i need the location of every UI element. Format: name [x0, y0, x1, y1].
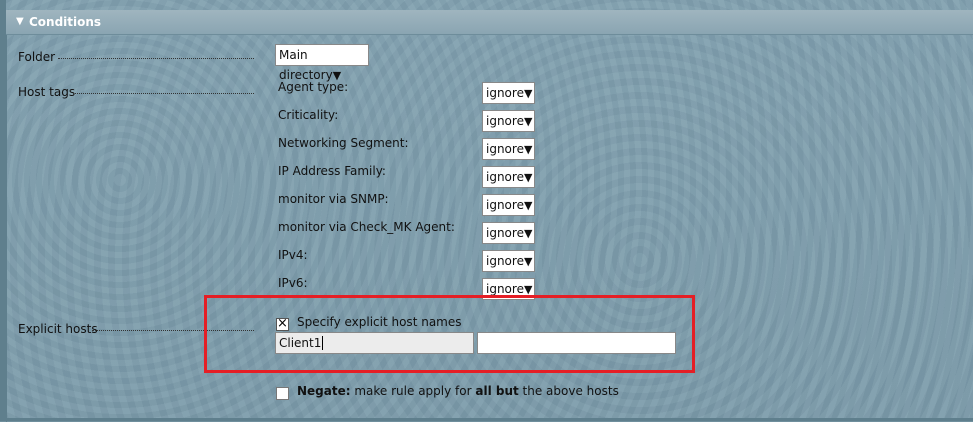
tag-value: ignore — [486, 114, 524, 128]
explicit-hosts-label-text: Explicit hosts — [18, 322, 98, 336]
folder-select[interactable]: Main directory▼ — [275, 44, 369, 82]
dropdown-arrow-icon: ▼ — [523, 143, 533, 156]
host-tags-label-text: Host tags — [18, 85, 76, 99]
dropdown-arrow-icon: ▼ — [523, 255, 533, 268]
folder-label-text: Folder — [18, 50, 56, 64]
tag-select-ipv4[interactable]: ignore▼ — [482, 250, 535, 272]
tag-value: ignore — [486, 142, 524, 156]
tag-select-networking-segment[interactable]: ignore▼ — [482, 138, 535, 160]
folder-label: Folder — [18, 50, 55, 64]
negate-text-before: make rule apply for — [350, 384, 476, 398]
dropdown-arrow-icon: ▼ — [523, 199, 533, 212]
tag-value: ignore — [486, 254, 524, 268]
folder-selected-value: Main directory — [279, 48, 333, 82]
tag-label-ip-address-family: IP Address Family: — [278, 164, 386, 178]
tag-label-monitor-snmp: monitor via SNMP: — [278, 192, 389, 206]
tag-label-monitor-check-mk: monitor via Check_MK Agent: — [278, 220, 455, 234]
dropdown-arrow-icon: ▼ — [523, 171, 533, 184]
negate-bold-label: Negate: — [297, 384, 351, 398]
dropdown-arrow-icon: ▼ — [523, 115, 533, 128]
conditions-header[interactable]: ▼ Conditions — [6, 10, 973, 35]
tag-select-monitor-snmp[interactable]: ignore▼ — [482, 194, 535, 216]
tag-select-monitor-check-mk[interactable]: ignore▼ — [482, 222, 535, 244]
tag-label-networking-segment: Networking Segment: — [278, 136, 409, 150]
tag-value: ignore — [486, 86, 524, 100]
tag-value: ignore — [486, 282, 524, 296]
tag-value: ignore — [486, 170, 524, 184]
tag-select-criticality[interactable]: ignore▼ — [482, 110, 535, 132]
tag-value: ignore — [486, 198, 524, 212]
negate-checkbox[interactable] — [276, 387, 289, 400]
section-title: Conditions — [29, 15, 102, 29]
dropdown-arrow-icon: ▼ — [523, 227, 533, 240]
negate-label: Negate: make rule apply for all but the … — [297, 384, 619, 398]
host-tags-dots — [73, 92, 254, 94]
explicit-hosts-label: Explicit hosts — [18, 322, 98, 336]
negate-bold-middle: all but — [475, 384, 519, 398]
tag-label-criticality: Criticality: — [278, 108, 339, 122]
triangle-down-icon[interactable]: ▼ — [16, 10, 24, 34]
host-tags-label: Host tags — [18, 85, 75, 99]
highlight-box — [204, 295, 695, 373]
dropdown-arrow-icon: ▼ — [523, 87, 533, 100]
tag-value: ignore — [486, 226, 524, 240]
tag-label-ipv4: IPv4: — [278, 248, 308, 262]
folder-dots — [58, 57, 254, 59]
tag-select-agent-type[interactable]: ignore▼ — [482, 82, 535, 104]
tag-select-ip-address-family[interactable]: ignore▼ — [482, 166, 535, 188]
negate-text-after: the above hosts — [518, 384, 619, 398]
tag-label-ipv6: IPv6: — [278, 276, 308, 290]
tag-label-agent-type: Agent type: — [278, 80, 349, 94]
